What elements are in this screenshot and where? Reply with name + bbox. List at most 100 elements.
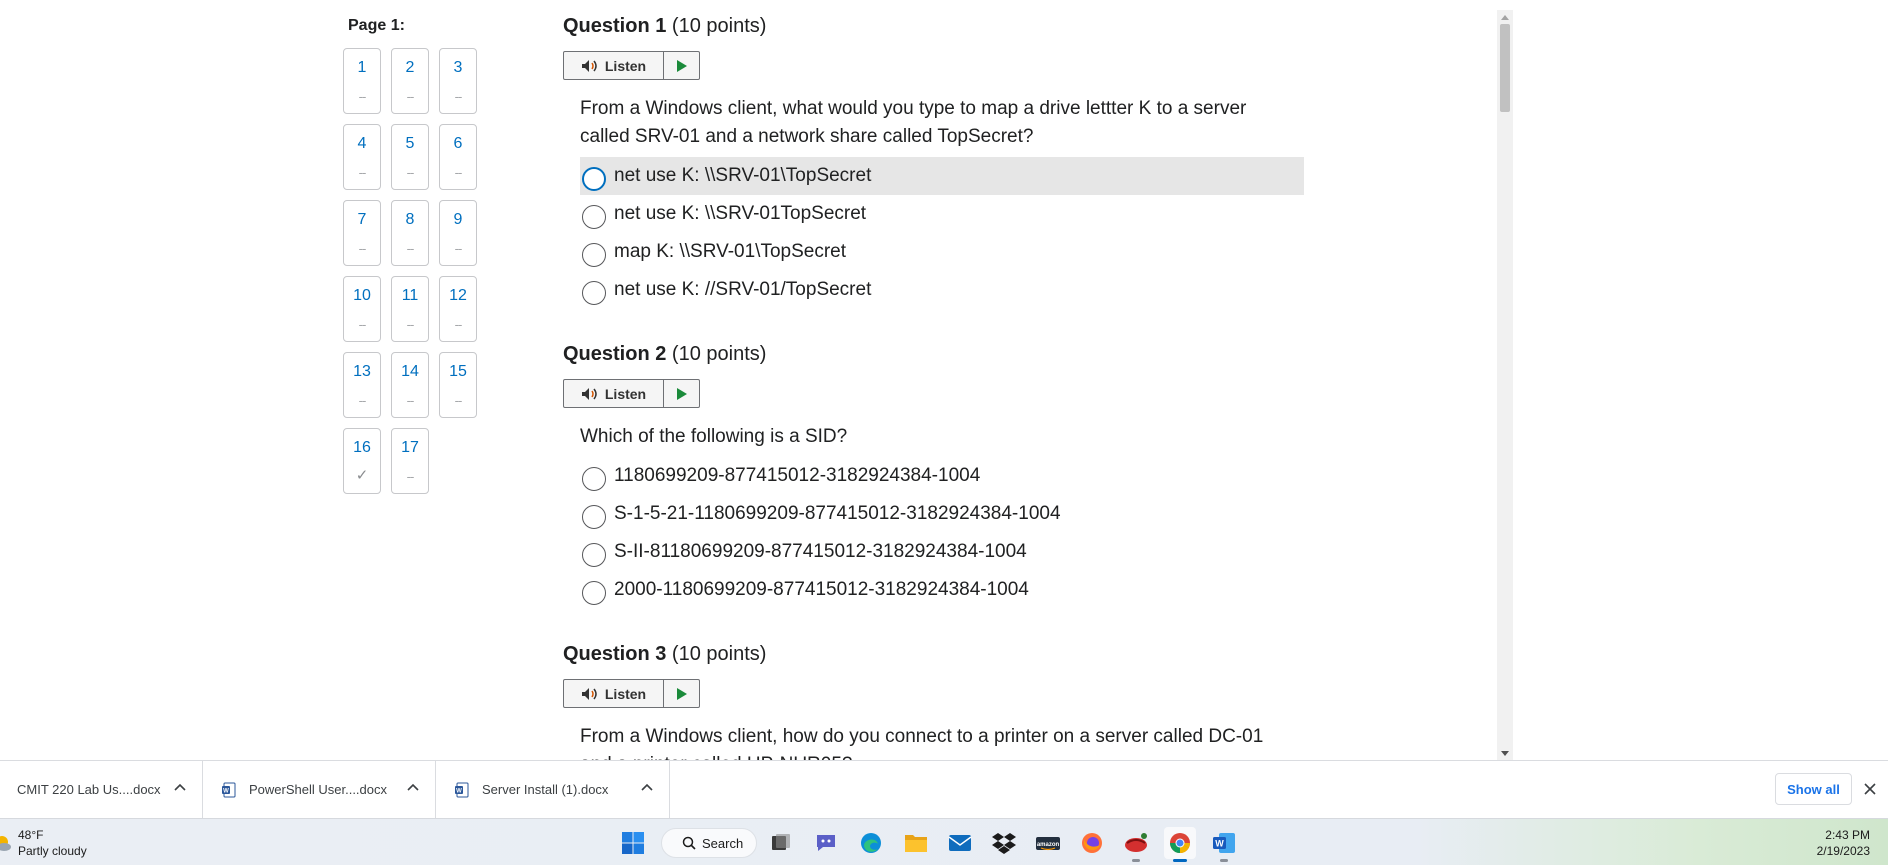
weather-widget[interactable]: 48°F Partly cloudy: [0, 826, 87, 860]
answer-option[interactable]: S-1-5-21-1180699209-877415012-3182924384…: [580, 495, 1304, 533]
answer-options: 1180699209-877415012-3182924384-1004 S-1…: [580, 457, 1304, 609]
listen-button[interactable]: Listen: [564, 52, 664, 79]
question-title: Question 3 (10 points): [563, 643, 1303, 669]
question-nav-item[interactable]: 2 --: [391, 48, 429, 114]
download-item[interactable]: CMIT 220 Lab Us....docx: [0, 761, 203, 818]
mail-icon[interactable]: [944, 827, 976, 859]
amazon-icon[interactable]: amazon: [1032, 827, 1064, 859]
option-label: S-II-81180699209-877415012-3182924384-10…: [614, 541, 1027, 562]
question-nav-item[interactable]: 7 --: [343, 200, 381, 266]
question-nav-item[interactable]: 15 --: [439, 352, 477, 418]
file-explorer-icon[interactable]: [900, 827, 932, 859]
teams-chat-icon[interactable]: [810, 827, 842, 859]
show-all-button[interactable]: Show all: [1775, 773, 1852, 805]
radio-button[interactable]: [582, 243, 606, 267]
listen-label: Listen: [604, 385, 647, 402]
question-nav-item[interactable]: 14 --: [391, 352, 429, 418]
question-nav-number: 17: [401, 439, 419, 456]
question-nav-item[interactable]: 5 --: [391, 124, 429, 190]
question-nav-status: --: [358, 241, 367, 256]
question-nav-status: --: [454, 89, 463, 104]
radio-button[interactable]: [582, 205, 606, 229]
radio-button[interactable]: [582, 543, 606, 567]
answer-option[interactable]: map K: \\SRV-01\TopSecret: [580, 233, 1304, 271]
question-nav-item[interactable]: 9 --: [439, 200, 477, 266]
app-icon[interactable]: [1120, 827, 1152, 862]
question-nav-item[interactable]: 8 --: [391, 200, 429, 266]
answer-option[interactable]: 1180699209-877415012-3182924384-1004: [580, 457, 1304, 495]
radio-button[interactable]: [582, 581, 606, 605]
question-title: Question 2 (10 points): [563, 343, 1303, 369]
answer-option[interactable]: 2000-1180699209-877415012-3182924384-100…: [580, 571, 1304, 609]
question-nav-number: 7: [357, 211, 367, 228]
speaker-icon: [581, 387, 597, 400]
question-name: Question 1: [563, 15, 667, 37]
close-icon[interactable]: [1860, 779, 1880, 799]
edge-icon[interactable]: [855, 827, 887, 859]
radio-button[interactable]: [582, 467, 606, 491]
play-button[interactable]: [664, 380, 699, 407]
download-file-name: Server Install (1).docx: [482, 782, 609, 797]
listen-label: Listen: [604, 57, 647, 74]
question-nav-status: --: [406, 241, 415, 256]
question-nav-item[interactable]: 12 --: [439, 276, 477, 342]
play-button[interactable]: [664, 680, 699, 707]
chevron-up-icon[interactable]: [407, 783, 419, 791]
clock-time: 2:43 PM: [1825, 828, 1870, 842]
taskbar: 48°F Partly cloudy Search amazon W 2:43 …: [0, 818, 1888, 865]
download-item[interactable]: W PowerShell User....docx: [204, 761, 436, 818]
download-item[interactable]: W Server Install (1).docx: [437, 761, 670, 818]
radio-button[interactable]: [582, 505, 606, 529]
question-nav-item[interactable]: 16 ✓: [343, 428, 381, 494]
chevron-up-icon[interactable]: [641, 783, 653, 791]
question-nav-item[interactable]: 17 --: [391, 428, 429, 494]
question-points: (10 points): [671, 343, 767, 365]
question-nav-item[interactable]: 11 --: [391, 276, 429, 342]
question-nav-item[interactable]: 4 --: [343, 124, 381, 190]
word-icon[interactable]: W: [1208, 827, 1240, 862]
question-title: Question 1 (10 points): [563, 15, 1303, 41]
running-indicator: [1173, 859, 1187, 862]
svg-text:W: W: [1215, 839, 1224, 849]
answer-option[interactable]: net use K: \\SRV-01\TopSecret: [580, 157, 1304, 195]
question-nav-item[interactable]: 3 --: [439, 48, 477, 114]
answer-option[interactable]: net use K: \\SRV-01TopSecret: [580, 195, 1304, 233]
question-nav-item[interactable]: 10 --: [343, 276, 381, 342]
play-button[interactable]: [664, 52, 699, 79]
system-clock[interactable]: 2:43 PM 2/19/2023: [1817, 827, 1870, 859]
downloads-bar: CMIT 220 Lab Us....docx W PowerShell Use…: [0, 760, 1888, 818]
question-nav-item[interactable]: 1 --: [343, 48, 381, 114]
radio-button[interactable]: [582, 281, 606, 305]
chrome-icon[interactable]: [1164, 827, 1196, 862]
question-nav-status: --: [406, 469, 415, 484]
option-label: net use K: //SRV-01/TopSecret: [614, 279, 872, 300]
answer-option[interactable]: net use K: //SRV-01/TopSecret: [580, 271, 1304, 309]
chevron-up-icon[interactable]: [174, 783, 186, 791]
clock-date: 2/19/2023: [1816, 844, 1870, 858]
question-nav-item[interactable]: 6 --: [439, 124, 477, 190]
question-nav-number: 10: [353, 287, 371, 304]
taskbar-search[interactable]: Search: [661, 828, 757, 858]
weather-desc: Partly cloudy: [18, 844, 87, 858]
answer-option[interactable]: S-II-81180699209-877415012-3182924384-10…: [580, 533, 1304, 571]
scroll-down-arrow-icon[interactable]: [1497, 746, 1513, 760]
running-indicator: [1220, 859, 1228, 862]
firefox-icon[interactable]: [1076, 827, 1108, 859]
radio-button[interactable]: [582, 167, 606, 191]
question-nav-status: --: [454, 393, 463, 408]
listen-button[interactable]: Listen: [564, 680, 664, 707]
download-file-name: PowerShell User....docx: [249, 782, 388, 797]
question-nav-status: --: [406, 393, 415, 408]
scroll-thumb[interactable]: [1500, 24, 1510, 112]
question-points: (10 points): [671, 643, 767, 665]
listen-button[interactable]: Listen: [564, 380, 664, 407]
play-icon: [676, 59, 687, 72]
windows-start-icon[interactable]: [617, 827, 649, 859]
task-view-icon[interactable]: [765, 827, 797, 859]
question-nav-status: --: [454, 241, 463, 256]
dropbox-icon[interactable]: [988, 827, 1020, 859]
running-indicator: [1132, 859, 1140, 862]
scrollbar[interactable]: [1497, 10, 1513, 760]
question-nav-item[interactable]: 13 --: [343, 352, 381, 418]
scroll-up-arrow-icon[interactable]: [1497, 10, 1513, 24]
